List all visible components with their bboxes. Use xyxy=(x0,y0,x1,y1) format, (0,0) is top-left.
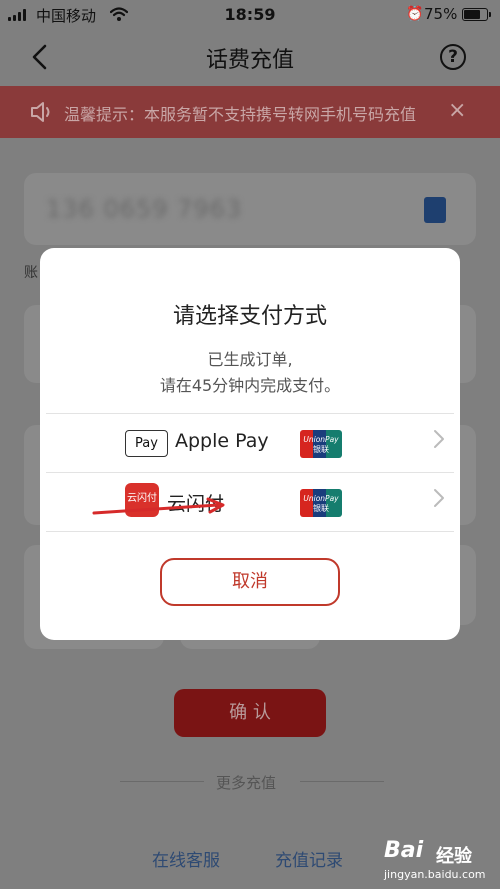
nav-bar: 话费充值 ? xyxy=(0,30,500,84)
payment-method-dialog: 请选择支付方式 已生成订单, 请在45分钟内完成支付。 Pay Apple Pa… xyxy=(40,248,460,640)
phone-number-masked: 136 0659 7963 xyxy=(46,195,243,223)
account-label: 账 xyxy=(24,265,38,281)
divider xyxy=(46,531,454,532)
unionpay-icon: UnionPay 银联 xyxy=(300,489,342,517)
payment-option-label: Apple Pay xyxy=(175,430,269,452)
cancel-button[interactable]: 取消 xyxy=(160,558,340,606)
svg-text:银联: 银联 xyxy=(313,444,329,454)
watermark-logo: Bai xyxy=(384,838,424,863)
status-bar: 中国移动 18:59 ⏰ 75% xyxy=(0,0,500,30)
apple-pay-icon: Pay xyxy=(125,430,168,457)
page-title: 话费充值 xyxy=(205,48,294,73)
speaker-icon xyxy=(31,102,50,122)
recharge-history-link[interactable]: 充值记录 xyxy=(275,846,343,871)
battery-percent: 75% xyxy=(424,5,458,23)
watermark-sub: 经验 xyxy=(436,846,472,867)
svg-text:银联: 银联 xyxy=(313,503,329,513)
phone-number-card[interactable]: 136 0659 7963 xyxy=(24,173,476,245)
svg-text:UnionPay: UnionPay xyxy=(303,494,339,503)
dialog-title: 请选择支付方式 xyxy=(172,304,327,329)
dialog-subtitle: 已生成订单, xyxy=(207,350,293,369)
svg-text:UnionPay: UnionPay xyxy=(303,435,339,444)
confirm-button[interactable]: 确 认 xyxy=(174,689,326,737)
dialog-subtitle: 请在45分钟内完成支付。 xyxy=(159,376,341,395)
watermark-url: jingyan.baidu.com xyxy=(384,868,486,881)
help-icon[interactable]: ? xyxy=(440,44,466,70)
chevron-right-icon xyxy=(434,430,444,448)
close-icon[interactable]: × xyxy=(448,98,466,123)
baidu-jingyan-watermark: Bai 经验 jingyan.baidu.com xyxy=(380,838,496,884)
annotation-arrow-icon xyxy=(92,497,225,515)
battery-fill xyxy=(464,10,480,19)
notice-banner: 温馨提示：本服务暂不支持携号转网手机号码充值 × xyxy=(0,86,500,138)
notice-text: 温馨提示：本服务暂不支持携号转网手机号码充值 xyxy=(64,105,417,124)
divider xyxy=(300,781,384,782)
battery-icon xyxy=(462,8,491,21)
divider xyxy=(120,781,204,782)
online-service-link[interactable]: 在线客服 xyxy=(152,846,220,871)
payment-option-apple-pay[interactable]: Pay Apple Pay UnionPay 银联 xyxy=(46,414,454,472)
more-recharge-label: 更多充值 xyxy=(216,774,277,792)
chevron-right-icon xyxy=(434,489,444,507)
unionpay-icon: UnionPay 银联 xyxy=(300,430,342,458)
contacts-icon[interactable] xyxy=(424,197,446,223)
alarm-icon: ⏰ xyxy=(406,6,424,22)
